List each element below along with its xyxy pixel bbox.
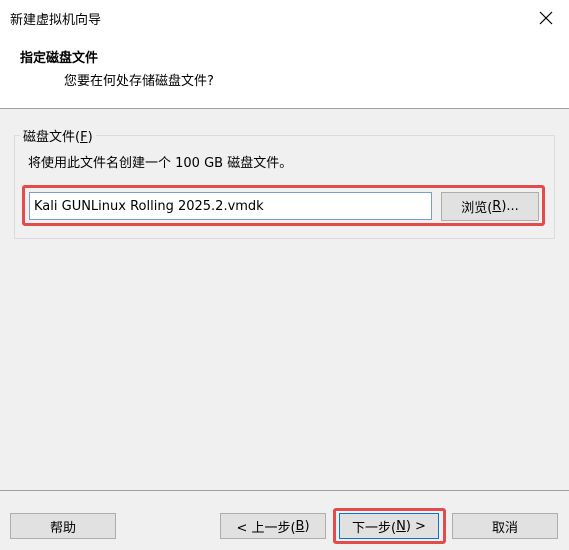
footer-divider: [0, 490, 569, 491]
close-icon: [539, 11, 553, 25]
help-button[interactable]: 帮助: [10, 513, 116, 539]
page-subtitle: 您要在何处存储磁盘文件?: [64, 74, 214, 89]
next-button[interactable]: 下一步(N) >: [339, 513, 439, 539]
disk-file-description: 将使用此文件名创建一个 100 GB 磁盘文件。: [28, 156, 293, 171]
browse-button[interactable]: 浏览(R)...: [441, 192, 539, 221]
disk-filename-input[interactable]: [29, 192, 432, 220]
title-bar: 新建虚拟机向导: [0, 0, 569, 36]
page-title: 指定磁盘文件: [20, 51, 99, 66]
cancel-button[interactable]: 取消: [452, 513, 558, 539]
back-button[interactable]: < 上一步(B): [220, 513, 326, 539]
close-button[interactable]: [523, 0, 569, 36]
disk-file-group-label: 磁盘文件(F): [20, 126, 96, 145]
window-title: 新建虚拟机向导: [10, 13, 102, 28]
wizard-header: 指定磁盘文件 您要在何处存储磁盘文件?: [0, 36, 569, 109]
